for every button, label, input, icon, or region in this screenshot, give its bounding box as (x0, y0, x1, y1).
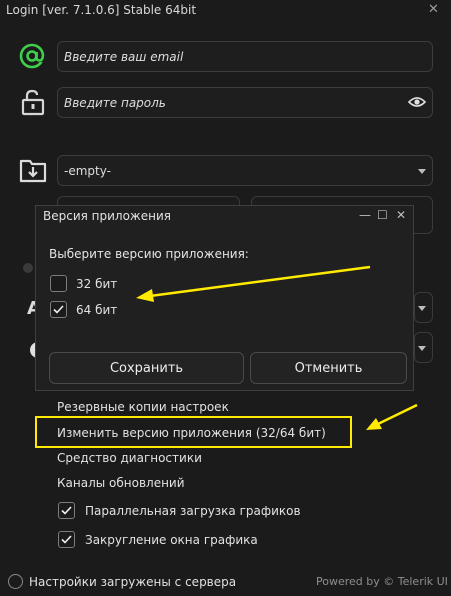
status-text: Настройки загружены с сервера (29, 575, 237, 589)
status-bar: Настройки загружены с сервера Powered by… (0, 568, 451, 596)
powered-by-label: Powered by © Telerik UI (316, 575, 448, 588)
status-indicator-icon (8, 574, 23, 589)
arrow-to-menu-item-icon (366, 403, 418, 430)
arrow-to-64bit-icon (136, 265, 371, 302)
annotation-arrows (136, 265, 418, 430)
